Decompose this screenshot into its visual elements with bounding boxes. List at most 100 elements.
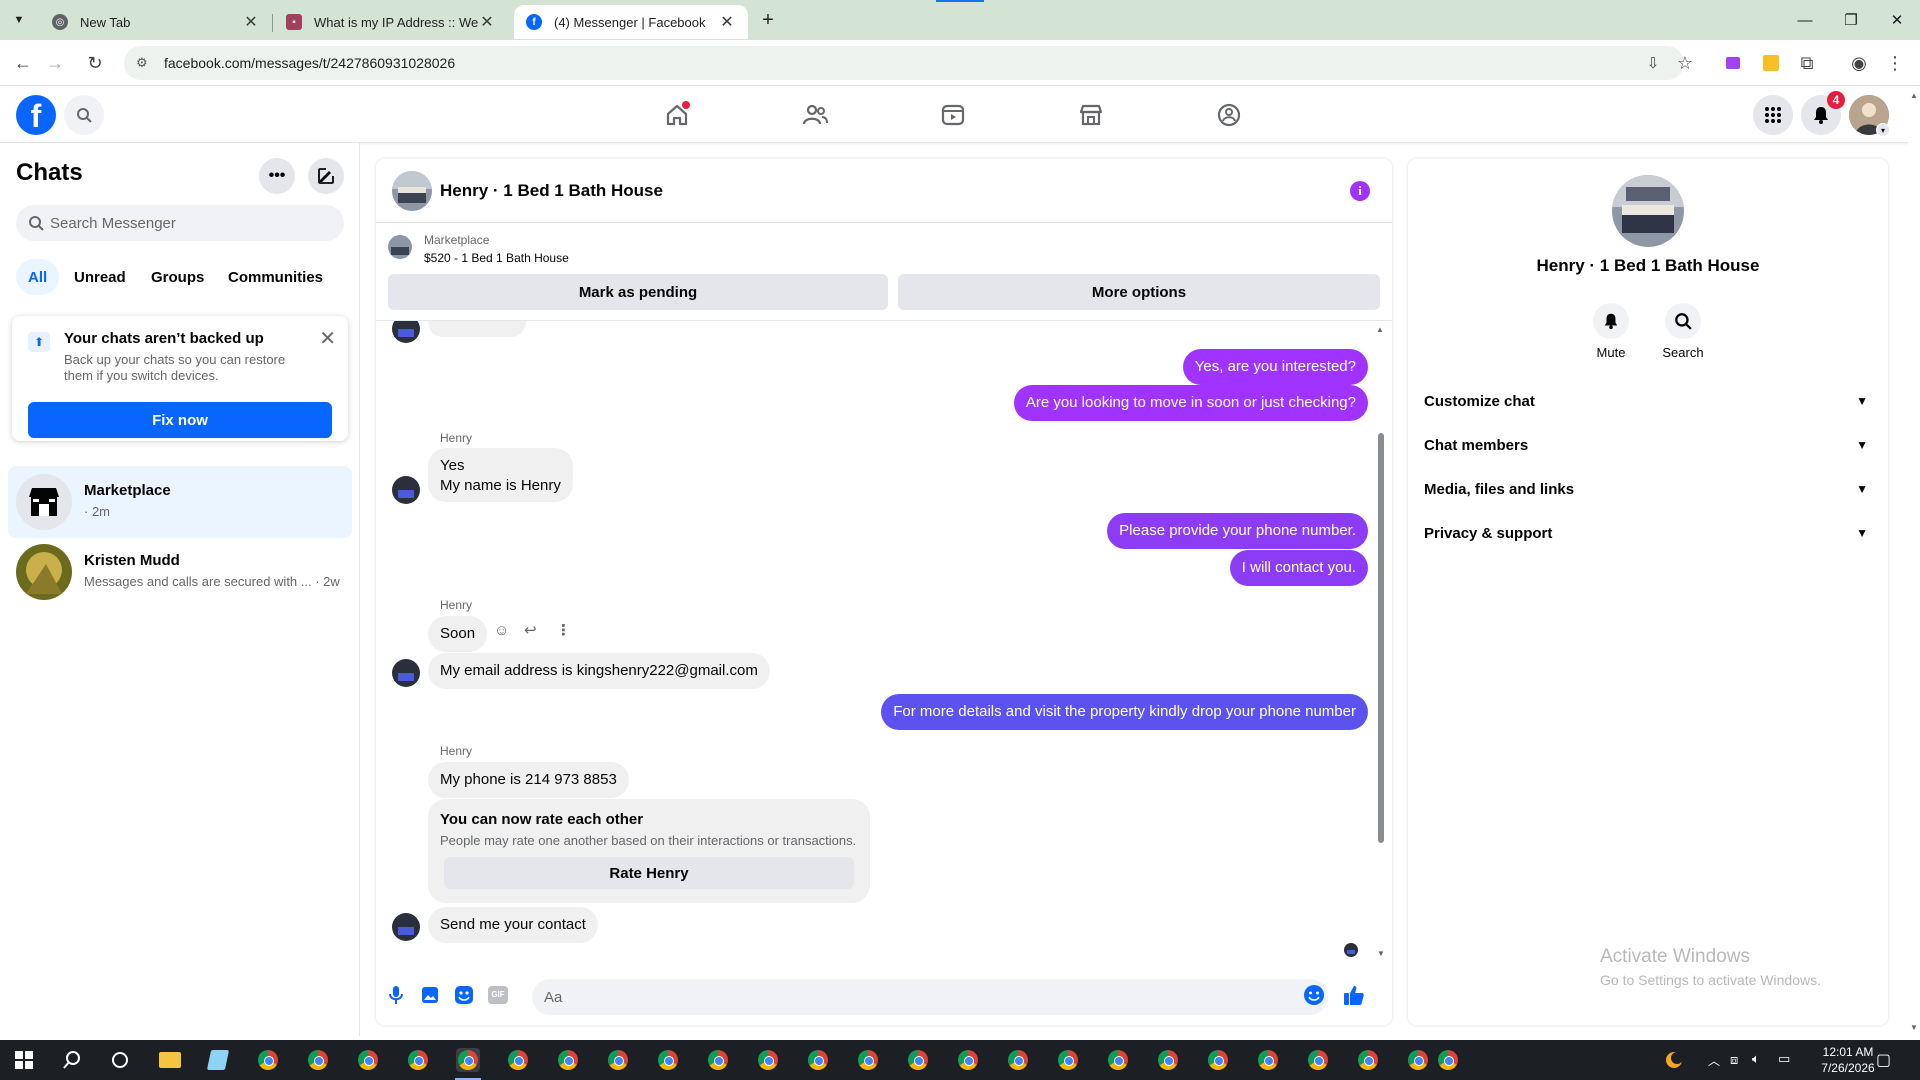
listing-thumbnail[interactable]	[388, 235, 412, 259]
more-options-icon[interactable]: •••	[259, 158, 295, 194]
home-nav-icon[interactable]	[659, 97, 695, 133]
chrome-taskbar-icon[interactable]	[756, 1048, 780, 1072]
chrome-taskbar-icon[interactable]	[1306, 1048, 1330, 1072]
message-more-icon[interactable]: ⋮	[556, 621, 571, 639]
close-tab-icon[interactable]: ✕	[718, 12, 736, 32]
chrome-taskbar-icon[interactable]	[956, 1048, 980, 1072]
video-nav-icon[interactable]	[935, 97, 971, 133]
media-files-links-section[interactable]: Media, files and links ▼	[1424, 467, 1872, 511]
back-icon[interactable]: ←	[10, 50, 36, 76]
chrome-taskbar-icon[interactable]	[506, 1048, 530, 1072]
listing-large-avatar[interactable]	[1612, 175, 1684, 247]
camera-tray-icon[interactable]: ⧈	[1730, 1052, 1738, 1068]
message-bubble-outgoing[interactable]: Are you looking to move in soon or just …	[1013, 385, 1368, 421]
chrome-taskbar-icon[interactable]	[356, 1048, 380, 1072]
chrome-taskbar-icon[interactable]	[1356, 1048, 1380, 1072]
close-tab-icon[interactable]: ✕	[478, 12, 496, 32]
chat-item-kristen-mudd[interactable]: Kristen Mudd Messages and calls are secu…	[8, 536, 352, 608]
search-action[interactable]: Search	[1648, 303, 1718, 360]
photo-icon[interactable]	[418, 983, 442, 1007]
close-window-icon[interactable]: ✕	[1874, 6, 1920, 34]
chrome-taskbar-icon[interactable]	[1106, 1048, 1130, 1072]
chrome-taskbar-icon[interactable]	[256, 1048, 280, 1072]
weather-icon[interactable]	[1662, 1048, 1686, 1072]
message-input[interactable]: Aa	[532, 979, 1328, 1015]
listing-title[interactable]: $520 - 1 Bed 1 Bath House	[424, 251, 569, 265]
chrome-taskbar-icon[interactable]	[656, 1048, 680, 1072]
notification-center-icon[interactable]: ▢	[1876, 1050, 1891, 1070]
mute-action[interactable]: Mute	[1576, 303, 1646, 360]
install-app-icon[interactable]: ⇩	[1640, 50, 1666, 76]
file-explorer-icon[interactable]	[158, 1048, 182, 1072]
tab-messenger[interactable]: f (4) Messenger | Facebook ✕	[514, 5, 748, 39]
minimize-icon[interactable]: —	[1782, 6, 1828, 34]
task-view-icon[interactable]	[108, 1048, 132, 1072]
filter-all[interactable]: All	[16, 259, 60, 295]
friends-nav-icon[interactable]	[797, 97, 833, 133]
chat-item-marketplace[interactable]: Marketplace · 2m	[8, 466, 352, 538]
extension-purple-icon[interactable]	[1720, 50, 1746, 76]
restore-icon[interactable]: ❐	[1828, 6, 1874, 34]
microphone-icon[interactable]	[384, 983, 408, 1007]
message-bubble-outgoing[interactable]: For more details and visit the property …	[881, 694, 1368, 730]
more-options-button[interactable]: More options	[898, 274, 1380, 310]
message-scrollbar-thumb[interactable]	[1378, 433, 1384, 843]
browser-menu-icon[interactable]: ⋮	[1882, 50, 1908, 76]
page-scrollbar[interactable]: ▲ ▼	[1908, 87, 1920, 1036]
message-bubble-outgoing[interactable]: I will contact you.	[1229, 550, 1368, 586]
message-bubble-outgoing[interactable]: Yes, are you interested?	[1182, 349, 1368, 385]
gif-icon[interactable]: GIF	[486, 983, 510, 1007]
profile-icon[interactable]: ◉	[1846, 50, 1872, 76]
tab-search-icon[interactable]: ▼	[8, 9, 30, 31]
chrome-taskbar-icon[interactable]	[1006, 1048, 1030, 1072]
chrome-taskbar-icon[interactable]	[606, 1048, 630, 1072]
facebook-logo-icon[interactable]: f	[16, 95, 56, 135]
filter-unread[interactable]: Unread	[62, 259, 138, 295]
message-bubble-incoming[interactable]: Yes My name is Henry	[428, 448, 573, 502]
notifications-bell-icon[interactable]: 4	[1801, 91, 1845, 135]
account-chevron-icon[interactable]: ▾	[1876, 123, 1890, 137]
react-emoji-icon[interactable]: ☺	[494, 622, 509, 639]
chrome-taskbar-icon[interactable]	[1436, 1048, 1460, 1072]
menu-grid-icon[interactable]	[1753, 95, 1793, 135]
thumbs-up-icon[interactable]	[1342, 983, 1366, 1007]
tab-ip-address[interactable]: ▪ What is my IP Address :: WebBr ✕	[274, 5, 508, 39]
conversation-title[interactable]: Henry · 1 Bed 1 Bath House	[440, 181, 663, 201]
chrome-taskbar-icon[interactable]	[1256, 1048, 1280, 1072]
emoji-icon[interactable]	[1302, 983, 1326, 1007]
chrome-taskbar-icon[interactable]	[906, 1048, 930, 1072]
network-icon[interactable]: ▭	[1778, 1051, 1790, 1067]
search-icon[interactable]	[64, 95, 104, 135]
mark-as-pending-button[interactable]: Mark as pending	[388, 274, 888, 310]
chrome-taskbar-icon-active[interactable]	[456, 1048, 480, 1072]
chrome-taskbar-icon[interactable]	[1156, 1048, 1180, 1072]
volume-icon[interactable]: 🔈︎	[1752, 1051, 1760, 1067]
conversation-info-icon[interactable]: i	[1350, 181, 1370, 201]
bookmark-star-icon[interactable]: ☆	[1672, 50, 1698, 76]
chrome-taskbar-icon[interactable]	[706, 1048, 730, 1072]
marketplace-nav-icon[interactable]	[1073, 97, 1109, 133]
customize-chat-section[interactable]: Customize chat ▼	[1424, 379, 1872, 423]
chat-members-section[interactable]: Chat members ▼	[1424, 423, 1872, 467]
forward-icon[interactable]: →	[42, 50, 68, 76]
new-message-icon[interactable]	[308, 158, 344, 194]
address-bar[interactable]: ⚙ facebook.com/messages/t/24278609310280…	[124, 46, 1684, 80]
reply-icon[interactable]: ↩	[524, 621, 537, 639]
chrome-taskbar-icon[interactable]	[1056, 1048, 1080, 1072]
message-bubble-incoming[interactable]: My email address is kingshenry222@gmail.…	[428, 653, 770, 689]
listing-avatar[interactable]	[392, 171, 432, 211]
message-bubble-outgoing[interactable]: Please provide your phone number.	[1107, 513, 1368, 549]
extensions-puzzle-icon[interactable]: ⧉	[1794, 50, 1820, 76]
chrome-taskbar-icon[interactable]	[1206, 1048, 1230, 1072]
site-info-icon[interactable]: ⚙	[136, 55, 152, 71]
search-messenger-input[interactable]: Search Messenger	[16, 205, 344, 241]
rate-henry-button[interactable]: Rate Henry	[444, 857, 854, 889]
reload-icon[interactable]: ↻	[82, 50, 108, 76]
app-icon[interactable]	[206, 1048, 230, 1072]
chrome-taskbar-icon[interactable]	[556, 1048, 580, 1072]
filter-groups[interactable]: Groups	[139, 259, 216, 295]
close-tab-icon[interactable]: ✕	[242, 12, 260, 32]
tab-new-tab[interactable]: ◎ New Tab ✕	[40, 5, 272, 39]
message-bubble-incoming[interactable]: My phone is 214 973 8853	[428, 762, 629, 798]
privacy-support-section[interactable]: Privacy & support ▼	[1424, 511, 1872, 555]
